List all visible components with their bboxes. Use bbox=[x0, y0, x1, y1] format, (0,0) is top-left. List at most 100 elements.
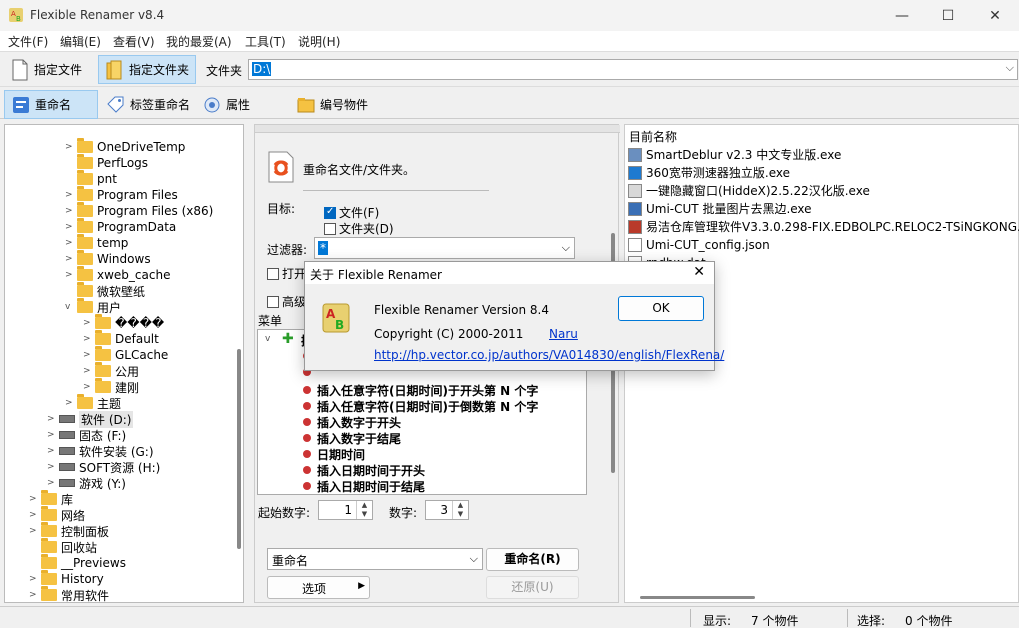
tree-item[interactable]: 回收站 bbox=[29, 538, 97, 555]
menu-view[interactable]: 查看(V) bbox=[113, 33, 155, 50]
tree-item[interactable]: > temp bbox=[65, 234, 128, 251]
folder-path-combo[interactable]: D:\ ⌵ bbox=[248, 59, 1018, 80]
start-number-stepper[interactable]: 1 ▲ ▼ bbox=[318, 500, 373, 520]
operation-item[interactable]: 日期时间 bbox=[303, 446, 365, 462]
tree-item[interactable]: > GLCache bbox=[83, 346, 168, 363]
expand-icon[interactable]: > bbox=[65, 142, 73, 152]
expand-icon[interactable]: > bbox=[83, 366, 91, 376]
tree-item[interactable]: > 软件安装 (G:) bbox=[47, 443, 154, 459]
tree-item[interactable]: > xweb_cache bbox=[65, 266, 170, 283]
expand-icon[interactable]: > bbox=[65, 190, 73, 200]
tree-item[interactable]: PerfLogs bbox=[65, 154, 148, 171]
tree-item[interactable]: > History bbox=[29, 570, 104, 587]
tree-item[interactable]: > Default bbox=[83, 330, 159, 347]
advanced-checkbox[interactable]: 高级 bbox=[267, 293, 306, 310]
expand-icon[interactable]: > bbox=[47, 446, 55, 456]
tag-rename-tab[interactable]: 标签重命名 bbox=[100, 90, 196, 119]
file-list-item[interactable]: SmartDeblur v2.3 中文专业版.exe bbox=[628, 146, 841, 163]
operation-item[interactable]: 插入日期时间于开头 bbox=[303, 462, 425, 478]
tree-item[interactable]: 微软壁纸 bbox=[65, 282, 145, 299]
expand-icon[interactable]: > bbox=[65, 270, 73, 280]
operation-item[interactable]: 插入任意字符(日期时间)于开头第 N 个字 bbox=[303, 382, 538, 398]
tree-item[interactable]: > OneDriveTemp bbox=[65, 138, 185, 155]
rename-tab[interactable]: 重命名 bbox=[4, 90, 98, 119]
expand-icon[interactable]: > bbox=[83, 334, 91, 344]
expand-icon[interactable]: > bbox=[29, 574, 37, 584]
tree-scrollbar-thumb[interactable] bbox=[237, 349, 241, 549]
operation-item[interactable]: 插入日期时间于结尾 bbox=[303, 478, 425, 494]
operation-item[interactable]: 插入任意字符(日期时间)于倒数第 N 个字 bbox=[303, 398, 538, 414]
expand-icon[interactable]: > bbox=[47, 462, 55, 472]
expand-icon[interactable]: > bbox=[65, 398, 73, 408]
file-list-item[interactable]: 360宽带测速器独立版.exe bbox=[628, 164, 790, 181]
attributes-tab[interactable]: 属性 bbox=[196, 90, 256, 119]
tree-scrollbar[interactable] bbox=[233, 125, 243, 602]
expand-icon[interactable]: v bbox=[265, 334, 270, 344]
file-list-item[interactable]: Umi-CUT_config.json bbox=[628, 236, 770, 253]
expand-icon[interactable]: > bbox=[65, 254, 73, 264]
maximize-button[interactable]: ☐ bbox=[925, 0, 971, 31]
tree-item[interactable]: > Program Files (x86) bbox=[65, 202, 213, 219]
specify-file-button[interactable]: 指定文件 bbox=[4, 55, 88, 84]
menu-edit[interactable]: 编辑(E) bbox=[60, 33, 101, 50]
open-checkbox[interactable]: 打开 bbox=[267, 265, 306, 282]
current-name-header[interactable]: 目前名称 bbox=[629, 128, 677, 145]
expand-icon[interactable]: > bbox=[83, 350, 91, 360]
expand-icon[interactable]: > bbox=[65, 206, 73, 216]
expand-icon[interactable]: > bbox=[29, 494, 37, 504]
rename-button[interactable]: 重命名(R) bbox=[486, 548, 579, 571]
expand-icon[interactable]: > bbox=[29, 526, 37, 536]
tree-item[interactable]: > 网络 bbox=[29, 506, 85, 523]
tree-item[interactable]: > 软件 (D:) bbox=[47, 410, 134, 428]
filter-combo[interactable]: * ⌵ bbox=[314, 237, 575, 259]
file-list-item[interactable]: 一键隐藏窗口(HiddeX)2.5.22汉化版.exe bbox=[628, 182, 870, 199]
tree-item[interactable]: > 主题 bbox=[65, 394, 121, 411]
tree-item[interactable]: > 库 bbox=[29, 490, 73, 507]
menu-file[interactable]: 文件(F) bbox=[8, 33, 48, 50]
tree-item[interactable]: > 控制面板 bbox=[29, 522, 109, 539]
tree-item[interactable]: > Windows bbox=[65, 250, 151, 267]
ok-button[interactable]: OK bbox=[618, 296, 704, 321]
operation-item[interactable]: 插入文件夹名称于开头 bbox=[303, 494, 437, 495]
tree-item[interactable]: v 用户 bbox=[65, 298, 121, 315]
minimize-button[interactable]: — bbox=[879, 0, 925, 31]
spin-arrows-icon[interactable]: ▲ ▼ bbox=[356, 501, 372, 519]
expand-icon[interactable]: > bbox=[65, 238, 73, 248]
operation-item[interactable]: 插入数字于开头 bbox=[303, 414, 401, 430]
target-folder-checkbox[interactable]: 文件夹(D) bbox=[324, 220, 394, 237]
specify-folder-button[interactable]: 指定文件夹 bbox=[98, 55, 197, 84]
expand-icon[interactable]: > bbox=[29, 510, 37, 520]
tree-item[interactable]: pnt bbox=[65, 170, 117, 187]
homepage-link[interactable]: http://hp.vector.co.jp/authors/VA014830/… bbox=[374, 348, 724, 362]
tree-item[interactable]: > ProgramData bbox=[65, 218, 176, 235]
tree-item[interactable]: > 常用软件 bbox=[29, 586, 109, 602]
tree-item[interactable]: __Previews bbox=[29, 554, 126, 571]
menu-help[interactable]: 说明(H) bbox=[298, 33, 340, 50]
expand-icon[interactable]: > bbox=[65, 222, 73, 232]
mode-combo[interactable]: 重命名 ⌵ bbox=[267, 548, 483, 570]
menu-favorites[interactable]: 我的最爱(A) bbox=[166, 33, 232, 50]
tree-item[interactable]: > ���� bbox=[83, 314, 164, 331]
expand-icon[interactable]: > bbox=[29, 590, 37, 600]
author-link[interactable]: Naru bbox=[549, 327, 578, 341]
expand-icon[interactable]: > bbox=[47, 430, 55, 440]
target-file-checkbox[interactable]: 文件(F) bbox=[324, 204, 379, 221]
expand-icon[interactable]: > bbox=[47, 414, 55, 424]
dialog-close-button[interactable]: ✕ bbox=[693, 264, 705, 280]
expand-icon[interactable]: > bbox=[83, 318, 91, 328]
panel-splitter[interactable] bbox=[255, 125, 620, 133]
tree-item[interactable]: > 固态 (F:) bbox=[47, 427, 126, 443]
digits-stepper[interactable]: 3 ▲ ▼ bbox=[425, 500, 469, 520]
file-list-hscrollbar-thumb[interactable] bbox=[640, 596, 755, 599]
menu-tools[interactable]: 工具(T) bbox=[245, 33, 286, 50]
numbering-tab[interactable]: 编号物件 bbox=[290, 90, 374, 119]
file-list-item[interactable]: 易洁仓库管理软件V3.3.0.298-FIX.EDBOLPC.RELOC2-TS… bbox=[628, 218, 1019, 235]
close-button[interactable]: ✕ bbox=[972, 0, 1018, 31]
tree-item[interactable]: > SOFT资源 (H:) bbox=[47, 459, 160, 475]
options-button[interactable]: 选项 ▶ bbox=[267, 576, 370, 599]
spin-arrows-icon[interactable]: ▲ ▼ bbox=[452, 501, 468, 519]
expand-icon[interactable]: > bbox=[83, 382, 91, 392]
tree-item[interactable]: > Program Files bbox=[65, 186, 178, 203]
operation-item[interactable]: 插入数字于结尾 bbox=[303, 430, 401, 446]
tree-item[interactable]: > 公用 bbox=[83, 362, 139, 379]
